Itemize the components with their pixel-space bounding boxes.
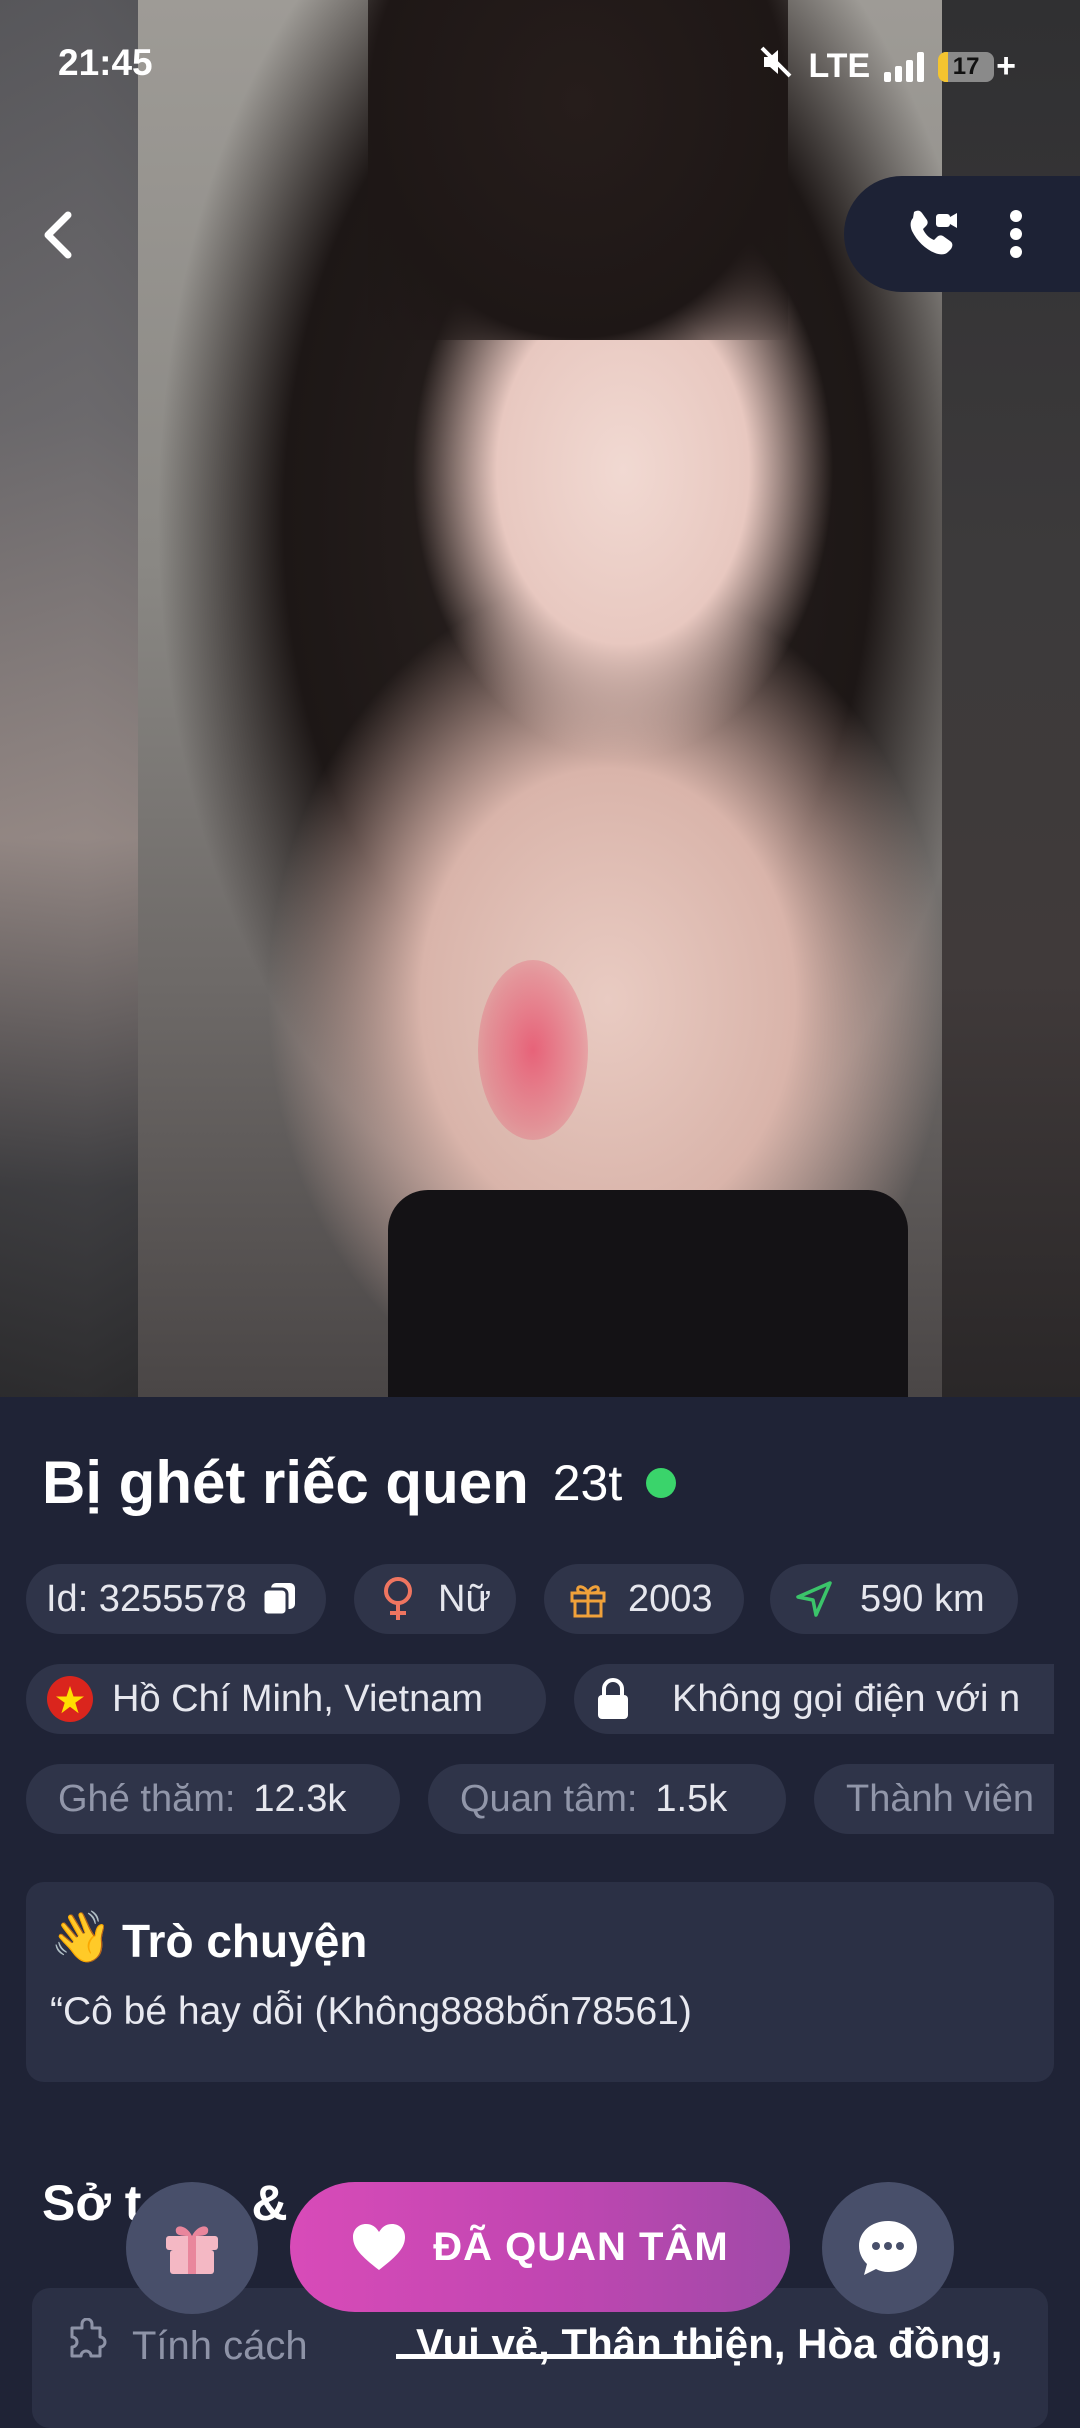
chevron-left-icon: [44, 211, 72, 259]
visits-value: 12.3k: [253, 1777, 347, 1820]
navigation-icon: [794, 1579, 834, 1619]
more-vertical-icon: [1010, 210, 1022, 258]
signal-icon: [884, 51, 925, 82]
chat-bubble-icon: [859, 2221, 917, 2275]
status-time: 21:45: [58, 42, 153, 83]
location-chip: Hồ Chí Minh, Vietnam: [26, 1664, 546, 1734]
top-actions: [844, 176, 1080, 292]
network-type: LTE: [808, 47, 871, 85]
distance-chip: 590 km: [770, 1564, 1018, 1634]
more-options-button[interactable]: [996, 204, 1036, 264]
call-setting-label: Không gọi điện với n: [672, 1677, 1021, 1720]
id-label: Id: 3255578: [46, 1577, 247, 1620]
call-setting-chip: Không gọi điện với n: [574, 1664, 1054, 1734]
gift-small-icon: [568, 1579, 608, 1619]
talk-text: “Cô bé hay dỗi (Không888bốn78561): [50, 1990, 692, 2033]
back-button[interactable]: [28, 200, 88, 270]
location-label: Hồ Chí Minh, Vietnam: [112, 1677, 484, 1720]
id-chip[interactable]: Id: 3255578: [26, 1564, 326, 1634]
female-icon: [380, 1576, 416, 1622]
name-row: Bị ghét riếc quen 23t: [42, 1448, 677, 1517]
profile-age: 23t: [552, 1454, 623, 1511]
distance-label: 590 km: [860, 1577, 985, 1620]
photo-detail-lower: [388, 1190, 908, 1397]
video-call-icon: [910, 210, 957, 255]
lock-icon: [594, 1677, 632, 1721]
waving-hand-icon: 👋: [50, 1909, 113, 1965]
status-bar: 21:45 LTE 17 +: [0, 0, 1080, 130]
gift-button[interactable]: [126, 2182, 258, 2314]
photo-detail: [478, 960, 588, 1140]
mute-icon: [758, 44, 794, 89]
profile-name: Bị ghét riếc quen: [42, 1449, 529, 1516]
gift-icon: [166, 2226, 218, 2274]
interest-chip: Quan tâm: 1.5k: [428, 1764, 786, 1834]
puzzle-icon: [66, 2317, 110, 2367]
visits-label: Ghé thăm:: [58, 1777, 236, 1820]
talk-title: Trò chuyện: [122, 1915, 368, 1967]
heart-icon: [353, 2224, 406, 2270]
gender-chip: Nữ: [354, 1564, 516, 1634]
follow-button[interactable]: ĐÃ QUAN TÂM: [290, 2182, 790, 2312]
birth-year-label: 2003: [628, 1577, 713, 1620]
online-status-dot: [646, 1467, 677, 1498]
gender-label: Nữ: [438, 1577, 491, 1620]
follow-label: ĐÃ QUAN TÂM: [433, 2224, 729, 2269]
photo-main: [138, 0, 942, 1397]
copy-icon[interactable]: [259, 1579, 299, 1619]
charging-indicator: +: [996, 47, 1016, 85]
talk-card: 👋 Trò chuyện “Cô bé hay dỗi (Không888bốn…: [26, 1882, 1054, 2082]
birth-year-chip: 2003: [544, 1564, 744, 1634]
traits-strike: [396, 2354, 716, 2359]
member-label: Thành viên: [846, 1777, 1035, 1820]
interest-value: 1.5k: [655, 1777, 728, 1820]
status-icons: LTE 17 +: [758, 44, 1016, 89]
traits-label: Tính cách: [132, 2324, 308, 2368]
chat-button[interactable]: [822, 2182, 954, 2314]
vietnam-flag-icon: [46, 1675, 94, 1723]
member-chip: Thành viên: [814, 1764, 1054, 1834]
video-call-button[interactable]: [902, 204, 962, 264]
interest-label: Quan tâm:: [460, 1777, 638, 1820]
battery-icon: 17 +: [938, 47, 1016, 86]
traits-value: Vui vẻ, Thân thiện, Hòa đồng,: [416, 2320, 1003, 2367]
visits-chip: Ghé thăm: 12.3k: [26, 1764, 400, 1834]
